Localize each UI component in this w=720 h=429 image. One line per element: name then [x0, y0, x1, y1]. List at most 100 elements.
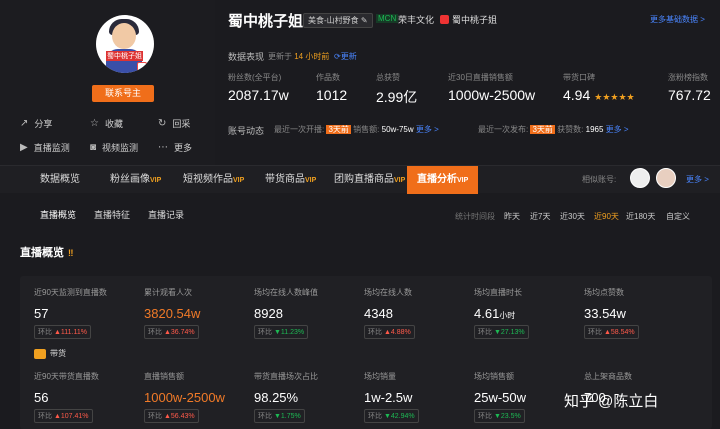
arrow-up-icon: ▲: [53, 413, 61, 420]
tab-short-videos[interactable]: 短视频作品VIP: [183, 166, 244, 194]
vip-badge: VIP: [305, 177, 317, 184]
refresh-icon: ⟳: [334, 52, 341, 61]
metric-value: 1000w-2500w: [144, 390, 225, 405]
contact-owner-button[interactable]: 联系号主: [92, 85, 154, 102]
compare-percent: 1.75%: [280, 413, 301, 420]
metric-card: 场均直播时长 4.61小时环比 ▼27.13%: [474, 287, 529, 339]
metric-label: 场均点赞数: [584, 288, 624, 297]
mcn-name[interactable]: 荣丰文化: [398, 13, 434, 26]
category-tag[interactable]: 美食-山村野食 ✎: [303, 13, 373, 28]
live-monitor-button[interactable]: ▶ 直播监测: [20, 141, 70, 154]
metric-label: 直播销售额: [144, 372, 184, 381]
overview-title: 直播概览 ‼: [20, 244, 73, 260]
more-basic-data-link[interactable]: 更多基础数据 >: [650, 14, 705, 25]
range-yesterday[interactable]: 昨天: [504, 211, 520, 222]
stat-likes: 总获赞 2.99亿: [376, 72, 417, 107]
likes-label: 获赞数:: [557, 125, 584, 134]
update-time-value: 14 小时前: [294, 52, 330, 61]
metric-card: 累计观看人次 3820.54w 环比 ▲36.74%: [144, 287, 200, 339]
share-button[interactable]: ↗ 分享: [20, 117, 52, 130]
vip-badge: VIP: [233, 177, 245, 184]
favorite-button[interactable]: ☆ 收藏: [90, 117, 123, 130]
similar-more-link[interactable]: 更多 >: [686, 174, 709, 185]
tab-label: 团购直播商品: [334, 174, 394, 185]
stat-value: 2087.17w: [228, 87, 289, 103]
video-monitor-icon: ◙: [90, 142, 97, 153]
range-custom[interactable]: 自定义: [666, 211, 690, 222]
compare-label: 环比: [148, 329, 162, 336]
similar-account-avatar[interactable]: [630, 168, 650, 188]
range-90d[interactable]: 近90天: [594, 211, 619, 222]
category-tag-text: 美食-山村野食: [308, 16, 359, 25]
shop-icon: [440, 15, 449, 24]
compare-label: 环比: [368, 329, 382, 336]
stat-fans: 粉丝数(全平台) 2087.17w: [228, 72, 289, 103]
stat-label: 带货口碑: [563, 73, 595, 82]
tab-products[interactable]: 带货商品VIP: [265, 166, 316, 194]
metric-label: 场均直播时长: [474, 288, 522, 297]
stat-label: 总获赞: [376, 73, 400, 82]
arrow-up-icon: ▲: [163, 329, 171, 336]
more-button[interactable]: ⋯ 更多: [158, 141, 192, 154]
metric-card: 场均点赞数 33.54w 环比 ▲58.54%: [584, 287, 639, 339]
metric-label: 近90天监测到直播数: [34, 288, 107, 297]
arrow-down-icon: ▼: [383, 413, 391, 420]
range-180d[interactable]: 近180天: [626, 211, 655, 222]
metric-label: 场均在线人数: [364, 288, 412, 297]
metric-value: 25w-50w: [474, 390, 526, 405]
recollect-button[interactable]: ↻ 回采: [158, 117, 190, 130]
arrow-up-icon: ▲: [383, 329, 391, 336]
metric-value-number: 4.61: [474, 306, 500, 321]
recollect-label: 回采: [172, 119, 191, 129]
tab-label: 短视频作品: [183, 174, 233, 185]
subtab-live-records[interactable]: 直播记录: [148, 203, 184, 227]
range-7d[interactable]: 近7天: [530, 211, 550, 222]
last-live-more-link[interactable]: 更多 >: [416, 125, 439, 134]
metric-value-number: 3820.54w: [144, 306, 201, 321]
compare-label: 环比: [478, 329, 492, 336]
more-label: 更多: [174, 143, 193, 153]
tab-data-overview[interactable]: 数据概览: [40, 166, 80, 194]
shop-link[interactable]: 蜀中桃子姐: [440, 13, 497, 26]
compare-badge: 环比 ▼42.94%: [364, 409, 419, 423]
arrow-down-icon: ▼: [273, 413, 281, 420]
tab-fan-profile[interactable]: 粉丝画像VIP: [110, 166, 161, 194]
refresh-label: 更新: [340, 52, 357, 61]
compare-label: 环比: [258, 329, 272, 336]
subtab-live-features[interactable]: 直播特征: [94, 203, 130, 227]
metric-value: 56: [34, 390, 99, 405]
avatar-badge-icon: [137, 62, 147, 72]
stat-works: 作品数 1012: [316, 72, 347, 103]
metric-card: 带货直播场次占比 98.25% 环比 ▼1.75%: [254, 371, 318, 423]
watermark: 知乎 @陈立白: [564, 393, 659, 410]
metric-card: 场均在线人数 4348 环比 ▲4.88%: [364, 287, 415, 339]
similar-account-avatar[interactable]: [656, 168, 676, 188]
compare-percent: 27.13%: [500, 329, 525, 336]
avatar[interactable]: 蜀中桃子姐: [96, 15, 154, 73]
compare-percent: 11.23%: [280, 329, 305, 336]
metric-label: 场均销售额: [474, 372, 514, 381]
video-monitor-button[interactable]: ◙ 视频监测: [90, 141, 138, 154]
compare-percent: 56.43%: [170, 413, 195, 420]
tab-group-buy-products[interactable]: 团购直播商品VIP: [334, 166, 405, 194]
compare-percent: 36.74%: [170, 329, 195, 336]
share-label: 分享: [34, 119, 53, 129]
arrow-down-icon: ▼: [493, 329, 501, 336]
stat-growth-index: 涨粉榜指数 767.72: [668, 72, 711, 103]
compare-label: 环比: [478, 413, 492, 420]
metric-value: 4348: [364, 306, 415, 321]
compare-badge: 环比 ▼27.13%: [474, 325, 529, 339]
tab-live-analysis[interactable]: 直播分析VIP: [407, 166, 479, 194]
metric-unit: 小时: [499, 311, 516, 320]
compare-percent: 58.54%: [610, 329, 635, 336]
metric-value-number: 56: [34, 390, 49, 405]
edit-icon: ✎: [360, 16, 368, 25]
daihuo-label: 带货: [50, 349, 66, 358]
update-prefix: 更新于: [268, 52, 292, 61]
last-video-more-link[interactable]: 更多 >: [606, 125, 629, 134]
sparkle-icon: ‼: [68, 248, 74, 258]
range-30d[interactable]: 近30天: [560, 211, 585, 222]
refresh-button[interactable]: ⟳更新: [334, 51, 357, 62]
last-live-sales: 50w-75w: [381, 125, 414, 134]
subtab-live-overview[interactable]: 直播概览: [40, 203, 76, 227]
